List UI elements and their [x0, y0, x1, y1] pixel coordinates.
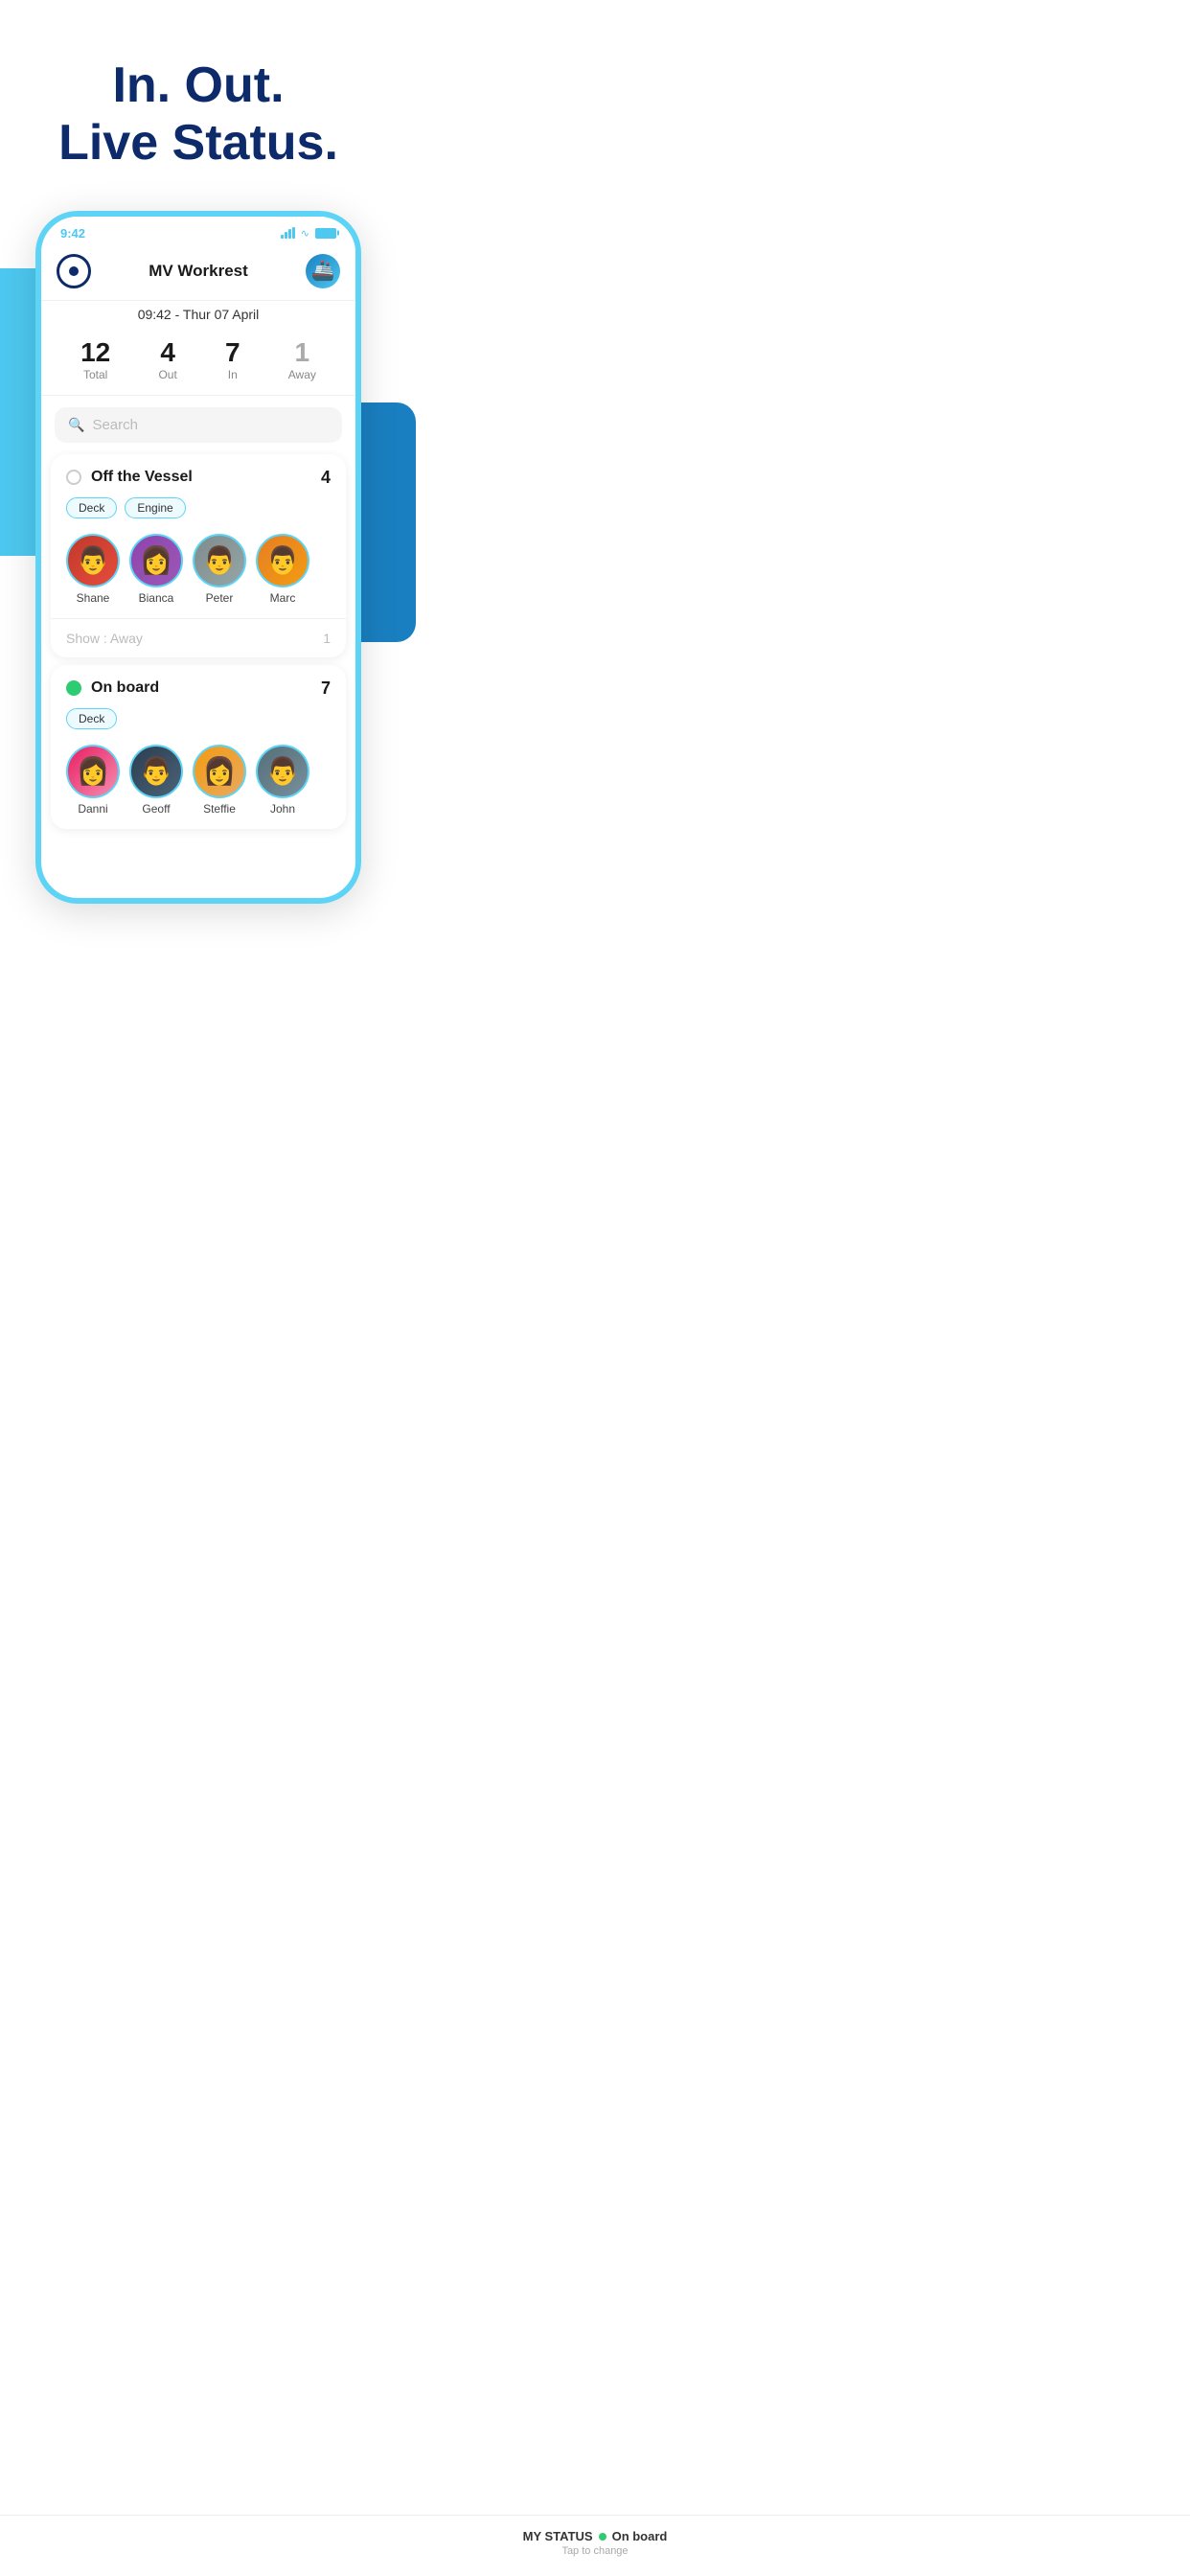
stat-in-label: In: [225, 368, 240, 381]
phone-content: MV Workrest 🚢 09:42 - Thur 07 April 12 T…: [41, 246, 355, 898]
avatar-danni: 👩: [66, 745, 120, 798]
app-logo: [57, 254, 91, 288]
tag-deck-off[interactable]: Deck: [66, 497, 117, 518]
name-bianca: Bianca: [139, 591, 174, 605]
name-danni: Danni: [78, 802, 107, 816]
onboard-indicator: [66, 680, 81, 696]
name-geoff: Geoff: [142, 802, 170, 816]
off-vessel-header: Off the Vessel 4: [51, 454, 346, 497]
signal-bars-icon: [281, 227, 295, 239]
stat-out-label: Out: [158, 368, 176, 381]
hero-section: In. Out. Live Status.: [0, 0, 397, 211]
off-vessel-crew: 👨 Shane 👩 Bianca 👨 Peter 👨 Marc: [51, 528, 346, 618]
tag-engine-off[interactable]: Engine: [125, 497, 185, 518]
battery-icon: [315, 228, 336, 239]
avatar-geoff: 👨: [129, 745, 183, 798]
datetime-row: 09:42 - Thur 07 April: [41, 301, 355, 332]
avatar-marc: 👨: [256, 534, 309, 587]
hero-title: In. Out. Live Status.: [38, 58, 358, 172]
bottom-spacer: [41, 837, 355, 898]
stat-total: 12 Total: [80, 339, 110, 381]
wifi-icon: ∿: [301, 227, 309, 240]
status-bar: 9:42 ∿: [41, 217, 355, 246]
phone-frame: 9:42 ∿ MV Workrest 🚢: [35, 211, 361, 904]
avatar-john: 👨: [256, 745, 309, 798]
tag-deck-on[interactable]: Deck: [66, 708, 117, 729]
search-placeholder: Search: [92, 417, 138, 433]
crew-steffie[interactable]: 👩 Steffie: [193, 745, 246, 816]
stat-out: 4 Out: [158, 339, 176, 381]
stats-row: 12 Total 4 Out 7 In 1 Away: [41, 332, 355, 396]
stat-away: 1 Away: [288, 339, 316, 381]
app-header: MV Workrest 🚢: [41, 246, 355, 301]
off-vessel-count: 4: [321, 468, 331, 488]
stat-away-label: Away: [288, 368, 316, 381]
header-avatar[interactable]: 🚢: [306, 254, 340, 288]
off-vessel-title: Off the Vessel: [91, 469, 311, 486]
crew-danni[interactable]: 👩 Danni: [66, 745, 120, 816]
stat-in: 7 In: [225, 339, 240, 381]
crew-geoff[interactable]: 👨 Geoff: [129, 745, 183, 816]
crew-peter[interactable]: 👨 Peter: [193, 534, 246, 605]
onboard-crew: 👩 Danni 👨 Geoff 👩 Steffie 👨 John: [51, 739, 346, 829]
stat-in-value: 7: [225, 339, 240, 366]
search-icon: 🔍: [68, 417, 84, 433]
stat-out-value: 4: [158, 339, 176, 366]
datetime-text: 09:42 - Thur 07 April: [138, 307, 260, 322]
stat-total-label: Total: [80, 368, 110, 381]
avatar-shane: 👨: [66, 534, 120, 587]
show-away-row[interactable]: Show : Away 1: [51, 618, 346, 657]
signal-bar-3: [288, 229, 291, 239]
off-vessel-indicator: [66, 470, 81, 485]
avatar-peter: 👨: [193, 534, 246, 587]
status-icons: ∿: [281, 227, 336, 240]
onboard-header: On board 7: [51, 665, 346, 708]
onboard-section: On board 7 Deck 👩 Danni 👨 Geoff: [51, 665, 346, 829]
crew-shane[interactable]: 👨 Shane: [66, 534, 120, 605]
name-peter: Peter: [206, 591, 234, 605]
phone-wrapper: 9:42 ∿ MV Workrest 🚢: [0, 211, 397, 980]
signal-bar-4: [292, 227, 295, 239]
onboard-count: 7: [321, 678, 331, 699]
name-shane: Shane: [77, 591, 110, 605]
name-marc: Marc: [270, 591, 296, 605]
signal-bar-2: [285, 232, 287, 239]
status-time: 9:42: [60, 226, 85, 241]
crew-bianca[interactable]: 👩 Bianca: [129, 534, 183, 605]
name-john: John: [270, 802, 295, 816]
name-steffie: Steffie: [203, 802, 236, 816]
onboard-title: On board: [91, 679, 311, 697]
crew-marc[interactable]: 👨 Marc: [256, 534, 309, 605]
stat-total-value: 12: [80, 339, 110, 366]
show-away-count: 1: [323, 631, 331, 646]
avatar-steffie: 👩: [193, 745, 246, 798]
search-bar[interactable]: 🔍 Search: [55, 407, 342, 443]
show-away-text: Show : Away: [66, 631, 143, 646]
off-vessel-tags: Deck Engine: [51, 497, 346, 528]
hero-line1: In. Out.: [112, 58, 284, 113]
stat-away-value: 1: [288, 339, 316, 366]
hero-line2: Live Status.: [58, 115, 338, 171]
logo-dot: [69, 266, 79, 276]
signal-bar-1: [281, 235, 284, 239]
crew-john[interactable]: 👨 John: [256, 745, 309, 816]
app-title: MV Workrest: [149, 262, 248, 281]
onboard-tags: Deck: [51, 708, 346, 739]
avatar-bianca: 👩: [129, 534, 183, 587]
off-vessel-section: Off the Vessel 4 Deck Engine 👨 Shane 👩 B…: [51, 454, 346, 657]
